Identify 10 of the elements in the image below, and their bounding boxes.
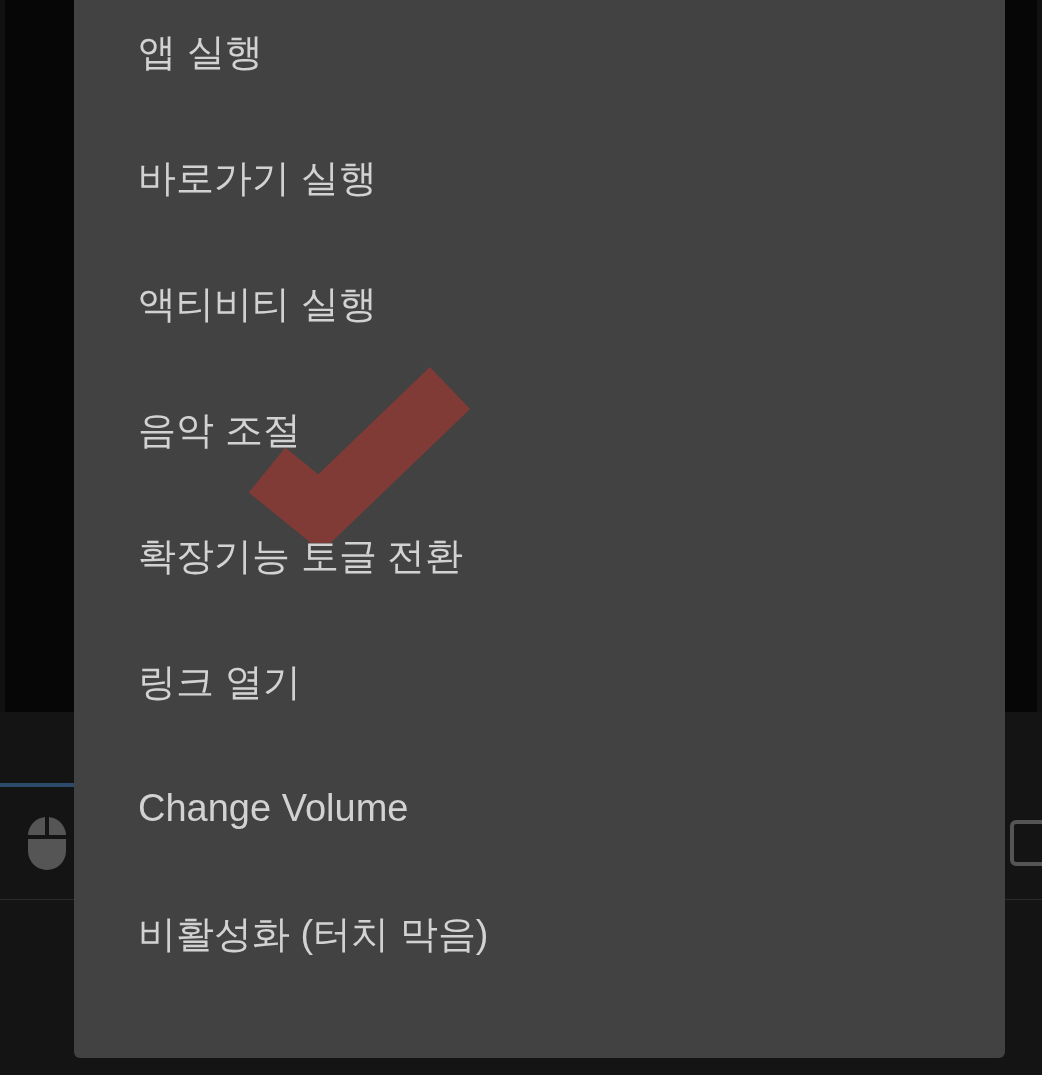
mouse-icon — [28, 816, 66, 870]
menu-item[interactable]: 액티비티 실행 — [74, 241, 1005, 367]
menu-item[interactable]: 확장기능 토글 전환 — [74, 493, 1005, 619]
menu-item[interactable]: 링크 열기 — [74, 619, 1005, 745]
menu-item[interactable]: 비활성화 (터치 막음) — [74, 871, 1005, 997]
menu-item[interactable]: 앱 실행 — [74, 0, 1005, 115]
menu-item[interactable]: 바로가기 실행 — [74, 115, 1005, 241]
menu-item[interactable]: Change Volume — [74, 745, 1005, 871]
checkbox[interactable] — [1010, 820, 1042, 866]
menu-item[interactable]: 음악 조절 — [74, 367, 1005, 493]
